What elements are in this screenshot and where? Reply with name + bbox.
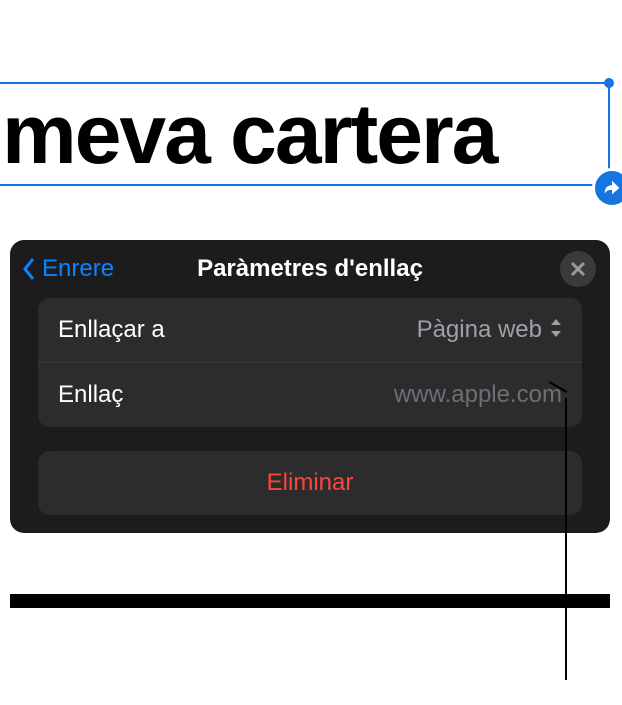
window-edge: [10, 594, 610, 608]
link-settings-popover: Enrere Paràmetres d'enllaç Enllaçar a Pà…: [10, 240, 610, 533]
close-button[interactable]: [560, 251, 596, 287]
delete-button[interactable]: Eliminar: [38, 451, 582, 515]
link-to-label: Enllaçar a: [58, 316, 165, 344]
callout-line: [565, 398, 567, 680]
back-label: Enrere: [42, 255, 114, 283]
link-to-value: Pàgina web: [417, 316, 542, 344]
back-button[interactable]: Enrere: [20, 255, 114, 283]
close-icon: [570, 261, 586, 277]
delete-label: Eliminar: [267, 469, 354, 496]
updown-chevron-icon: [550, 319, 562, 342]
selection-handle[interactable]: [604, 78, 614, 88]
selected-text-box[interactable]: meva cartera: [0, 82, 610, 186]
link-to-row[interactable]: Enllaçar a Pàgina web: [38, 298, 582, 363]
selected-text: meva cartera: [2, 86, 496, 183]
link-to-value-wrap: Pàgina web: [417, 316, 562, 344]
link-url-row[interactable]: Enllaç: [38, 363, 582, 427]
link-arrow-icon[interactable]: [592, 168, 622, 208]
popover-header: Enrere Paràmetres d'enllaç: [10, 240, 610, 298]
popover-title: Paràmetres d'enllaç: [197, 255, 423, 283]
settings-group: Enllaçar a Pàgina web Enllaç: [38, 298, 582, 427]
link-url-input[interactable]: [262, 381, 562, 409]
chevron-left-icon: [20, 255, 38, 283]
link-url-label: Enllaç: [58, 381, 123, 409]
